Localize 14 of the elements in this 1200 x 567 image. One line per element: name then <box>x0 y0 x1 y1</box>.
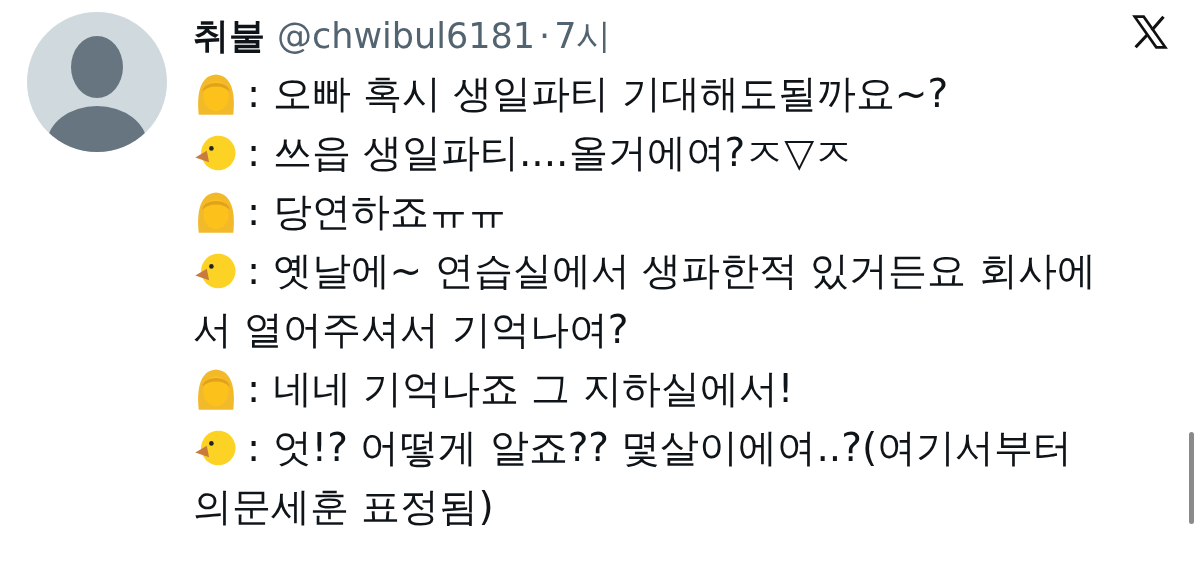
author-name[interactable]: 취불 <box>193 12 265 61</box>
chat-message: : 쓰읍 생일파티....올거에여?ㅈ▽ㅈ <box>247 130 854 175</box>
separator-dot: · <box>539 16 551 56</box>
chat-message: : 네네 기억나죠 그 지하실에서! <box>247 366 794 411</box>
post-time[interactable]: 7시 <box>554 13 612 60</box>
author-handle[interactable]: @chwibul6181 <box>277 16 535 56</box>
chat-message: : 당연하죠ㅠㅠ <box>247 189 507 234</box>
x-logo-icon[interactable] <box>1132 14 1168 50</box>
scrollbar[interactable] <box>1189 432 1194 524</box>
chat-message: : 오빠 혹시 생일파티 기대해도될까요~? <box>247 71 949 116</box>
chat-message: : 옛날에~ 연습실에서 생파한적 있거든요 회사에 <box>247 248 1096 293</box>
chat-message: 의문세훈 표정됨) <box>193 484 494 529</box>
chat-message: : 엇!? 어떻게 알죠?? 몇살이에여..?(여기서부터 <box>247 425 1073 470</box>
chat-message: 서 열어주셔서 기억나여? <box>193 307 629 352</box>
